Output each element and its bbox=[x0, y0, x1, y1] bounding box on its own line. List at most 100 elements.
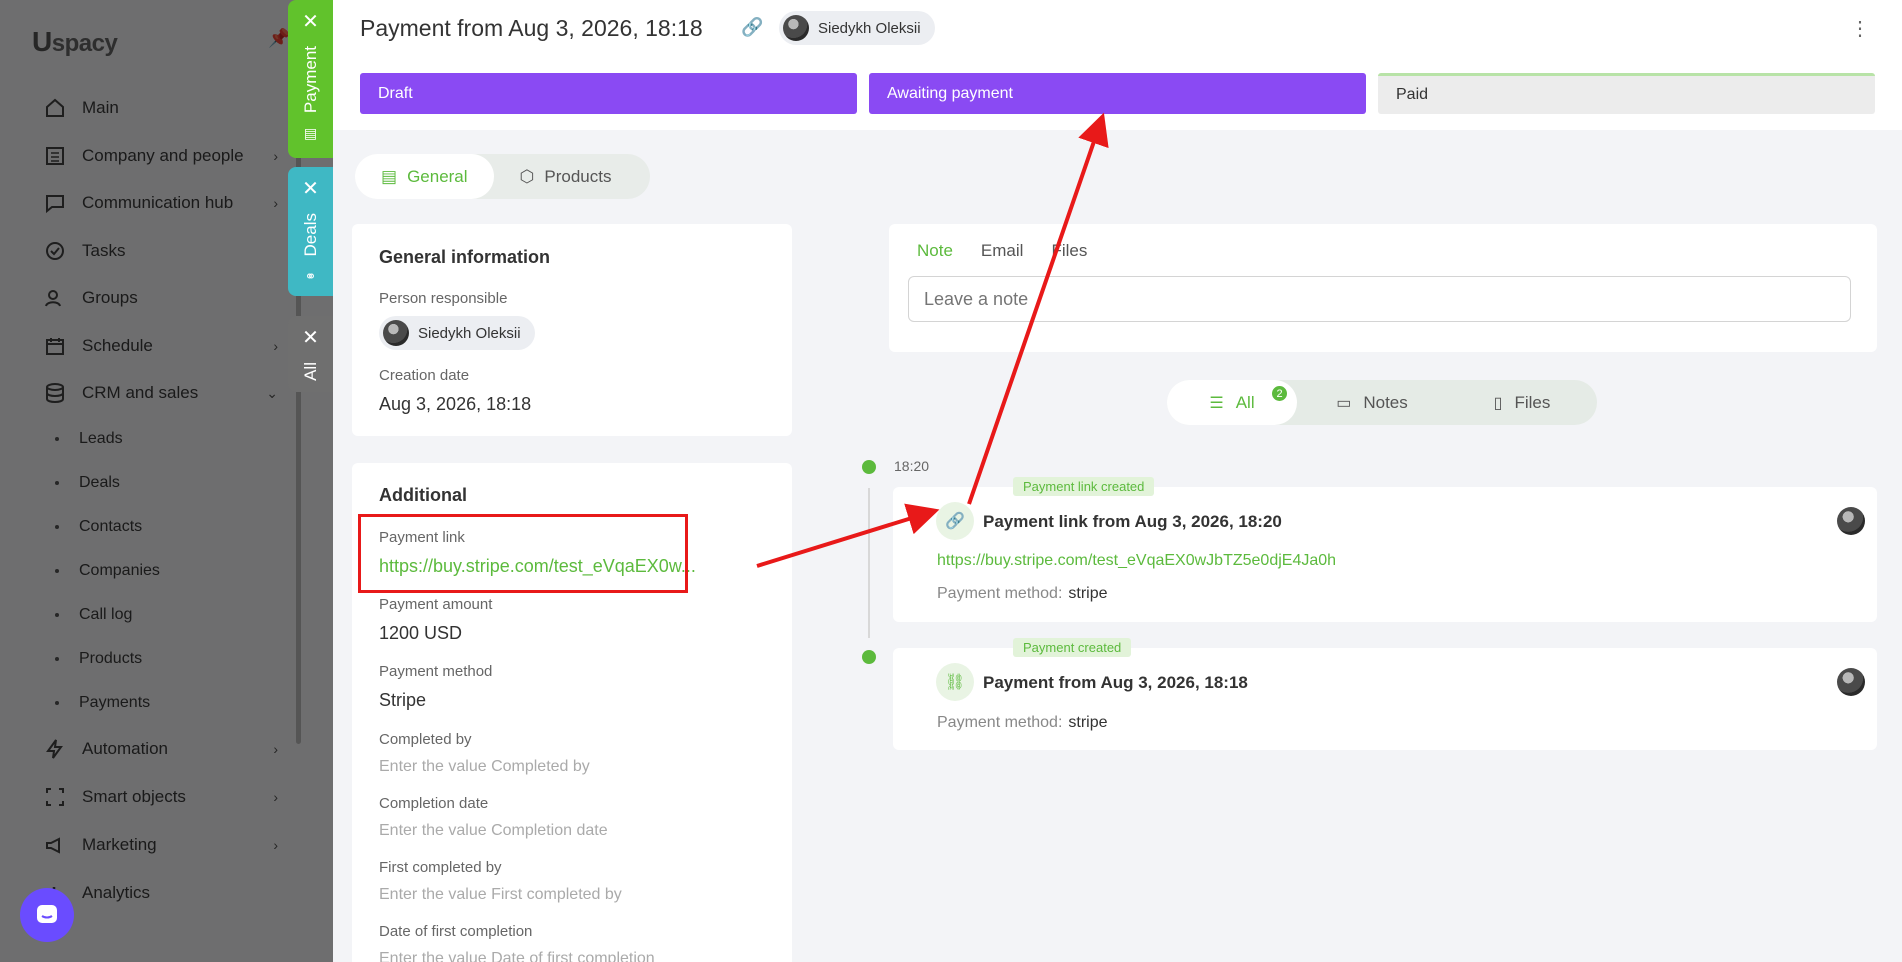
first-completed-by-label: First completed by bbox=[379, 859, 502, 876]
sidebar-subitem-payments[interactable]: Payments bbox=[55, 694, 150, 712]
timeline-time: 18:20 bbox=[894, 458, 930, 474]
card-title: General information bbox=[379, 247, 551, 267]
filter-notes[interactable]: ▭ Notes bbox=[1297, 380, 1447, 425]
tab-payment[interactable]: ✕ Payment ▤ bbox=[288, 0, 333, 158]
sidebar-item-automation[interactable]: Automation › bbox=[42, 734, 278, 764]
close-icon[interactable]: ✕ bbox=[302, 12, 319, 32]
avatar bbox=[783, 15, 809, 41]
chat-icon bbox=[42, 190, 68, 216]
sidebar-item-label: Company and people bbox=[82, 146, 244, 165]
check-circle-icon bbox=[42, 238, 68, 264]
more-options-icon[interactable]: ⋮ bbox=[1850, 16, 1870, 41]
tab-email[interactable]: Email bbox=[981, 241, 1024, 261]
chevron-right-icon: › bbox=[273, 338, 278, 354]
sidebar-item-label: Groups bbox=[82, 288, 138, 307]
person-responsible-chip[interactable]: Siedykh Oleksii bbox=[379, 316, 535, 350]
chevron-down-icon: ⌄ bbox=[266, 384, 278, 401]
sidebar-item-label: Tasks bbox=[82, 241, 126, 260]
sidebar-item-company[interactable]: Company and people › bbox=[42, 141, 278, 171]
responsible-chip[interactable]: Siedykh Oleksii bbox=[779, 11, 935, 45]
header: Payment from Aug 3, 2026, 18:18 🔗 Siedyk… bbox=[333, 0, 1902, 130]
close-icon[interactable]: ✕ bbox=[302, 328, 319, 348]
card-title: Additional bbox=[379, 485, 467, 505]
sidebar-item-main[interactable]: Main bbox=[42, 93, 278, 123]
megaphone-icon bbox=[42, 832, 68, 858]
timeline-dot bbox=[862, 650, 876, 664]
sidebar-scrollbar[interactable] bbox=[296, 60, 301, 744]
first-completed-by-field[interactable]: Enter the value First completed by bbox=[379, 886, 622, 904]
avatar bbox=[1837, 668, 1865, 696]
tab-files[interactable]: Files bbox=[1051, 241, 1087, 261]
lightning-icon bbox=[42, 736, 68, 762]
completed-by-field[interactable]: Enter the value Completed by bbox=[379, 758, 590, 776]
stage-paid[interactable]: Paid bbox=[1378, 73, 1875, 114]
first-completion-date-label: Date of first completion bbox=[379, 923, 533, 940]
chat-bubble-icon bbox=[37, 905, 57, 923]
note-tabs: Note Email Files bbox=[917, 241, 1087, 261]
payment-amount-value: 1200 USD bbox=[379, 623, 463, 643]
avatar bbox=[1837, 507, 1865, 535]
tab-general[interactable]: ▤ General bbox=[355, 154, 494, 199]
tab-all[interactable]: ✕ All bbox=[288, 316, 333, 392]
sidebar-subitem-call-log[interactable]: Call log bbox=[55, 606, 132, 624]
home-icon bbox=[42, 95, 68, 121]
sidebar-item-marketing[interactable]: Marketing › bbox=[42, 830, 278, 860]
sidebar-item-label: Smart objects bbox=[82, 787, 186, 806]
sidebar-item-label: Marketing bbox=[82, 835, 157, 854]
sidebar-item-groups[interactable]: Groups bbox=[42, 283, 278, 313]
creation-date-label: Creation date bbox=[379, 367, 470, 384]
sidebar-subitem-deals[interactable]: Deals bbox=[55, 474, 120, 492]
sidebar-item-tasks[interactable]: Tasks bbox=[42, 236, 278, 266]
timeline-event-payment-created: Payment created ⛓ Payment from Aug 3, 20… bbox=[893, 638, 1877, 750]
sidebar-item-label: Main bbox=[82, 98, 119, 117]
people-icon bbox=[42, 285, 68, 311]
payment-detail-panel: Payment from Aug 3, 2026, 18:18 🔗 Siedyk… bbox=[333, 0, 1902, 962]
completion-date-field[interactable]: Enter the value Completion date bbox=[379, 822, 608, 840]
chevron-right-icon: › bbox=[273, 837, 278, 853]
tab-deals[interactable]: ✕ Deals ⚭ bbox=[288, 167, 333, 296]
timeline-event-link-created: Payment link created 🔗 Payment link from… bbox=[893, 477, 1877, 622]
timeline-dot bbox=[862, 460, 876, 474]
avatar bbox=[383, 320, 409, 346]
filter-files[interactable]: ▯ Files bbox=[1447, 380, 1597, 425]
chevron-right-icon: › bbox=[273, 741, 278, 757]
sidebar-item-communication[interactable]: Communication hub › bbox=[42, 188, 278, 218]
sidebar-subitem-products[interactable]: Products bbox=[55, 650, 142, 668]
app-logo: Uspacy bbox=[32, 26, 118, 57]
building-icon bbox=[42, 143, 68, 169]
sidebar-item-analytics[interactable]: Analytics bbox=[42, 878, 278, 908]
tab-all-label: All bbox=[300, 362, 320, 381]
stage-awaiting-payment[interactable]: Awaiting payment bbox=[869, 73, 1366, 114]
stage-draft[interactable]: Draft bbox=[360, 73, 857, 114]
payment-amount-label: Payment amount bbox=[379, 596, 493, 613]
close-icon[interactable]: ✕ bbox=[302, 179, 319, 199]
first-completion-date-field[interactable]: Enter the value Date of first completion bbox=[379, 950, 655, 962]
event-payment-link[interactable]: https://buy.stripe.com/test_eVqaEX0wJbTZ… bbox=[937, 552, 1336, 570]
database-icon bbox=[42, 380, 68, 406]
sidebar-item-smart-objects[interactable]: Smart objects › bbox=[42, 782, 278, 812]
note-input[interactable] bbox=[908, 276, 1851, 322]
sidebar-subitem-contacts[interactable]: Contacts bbox=[55, 518, 142, 536]
event-meta: Payment method: stripe bbox=[937, 714, 1108, 731]
person-responsible-label: Person responsible bbox=[379, 290, 508, 307]
chat-support-button[interactable] bbox=[20, 888, 74, 942]
sidebar-item-schedule[interactable]: Schedule › bbox=[42, 331, 278, 361]
event-meta: Payment method: stripe bbox=[937, 585, 1108, 602]
sidebar: Uspacy 📌 Main Company and people › Commu… bbox=[0, 0, 333, 962]
event-tag: Payment link created bbox=[1013, 477, 1155, 496]
tab-deals-label: Deals bbox=[300, 213, 320, 257]
list-icon: ▤ bbox=[381, 166, 398, 186]
sidebar-item-crm[interactable]: CRM and sales ⌄ bbox=[42, 378, 278, 408]
tab-note[interactable]: Note bbox=[917, 241, 953, 261]
event-title: Payment from Aug 3, 2026, 18:18 bbox=[983, 673, 1248, 692]
filter-all[interactable]: ☰ All 2 bbox=[1167, 380, 1297, 425]
sidebar-item-label: Communication hub bbox=[82, 193, 234, 212]
copy-link-icon[interactable]: 🔗 bbox=[741, 17, 763, 38]
link-icon: 🔗 bbox=[936, 502, 974, 540]
calendar-icon bbox=[42, 333, 68, 359]
tab-products[interactable]: ⬡ Products bbox=[494, 154, 638, 199]
sidebar-subitem-companies[interactable]: Companies bbox=[55, 562, 160, 580]
feed-filter: ☰ All 2 ▭ Notes ▯ Files bbox=[1167, 380, 1597, 425]
note-icon: ▭ bbox=[1336, 394, 1352, 412]
sidebar-subitem-leads[interactable]: Leads bbox=[55, 430, 123, 448]
